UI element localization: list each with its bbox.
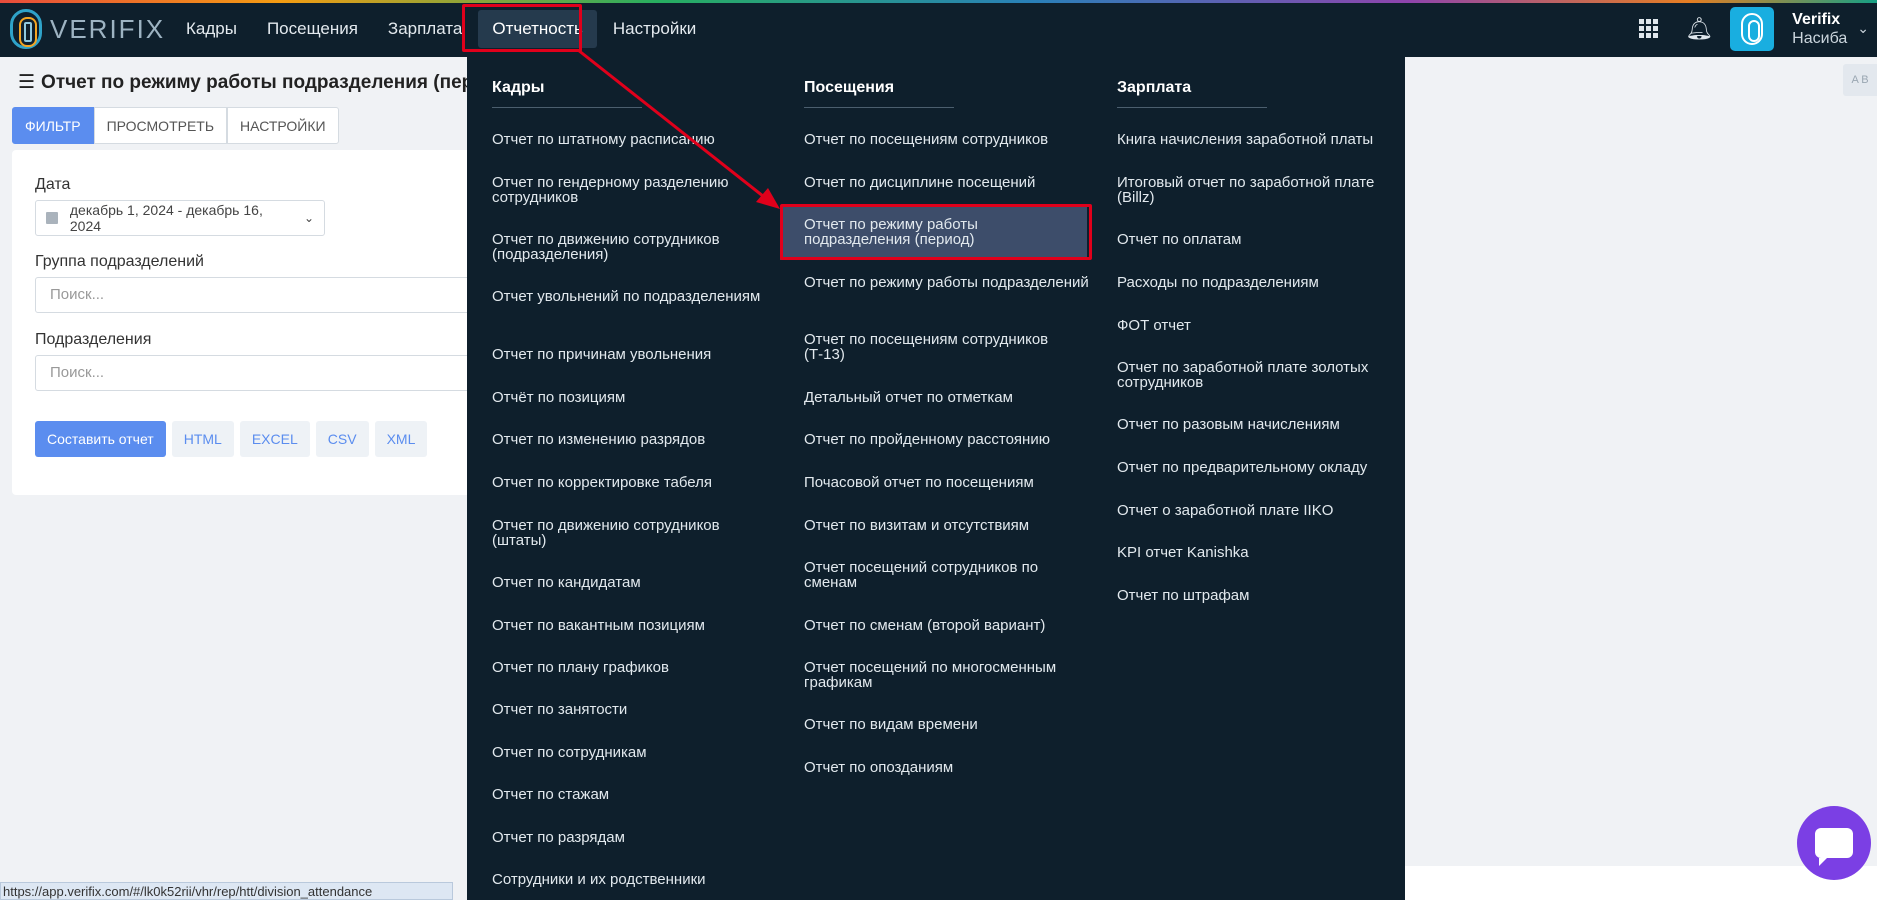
user-subname: Насиба [1792,29,1848,47]
menu-item[interactable]: Отчет по сменам (второй вариант) [804,618,1089,633]
notifications-button[interactable]: 🔔︎ [1674,0,1724,57]
date-label: Дата [35,176,71,193]
fingerprint-icon [1741,12,1764,45]
tab-filter[interactable]: ФИЛЬТР [12,107,94,144]
nav-attendance[interactable]: Посещения [253,10,372,48]
bottom-strip [1405,866,1877,900]
user-name: Verifix [1792,10,1841,28]
avatar[interactable] [1730,6,1775,51]
menu-item[interactable]: Отчет по изменению разрядов [492,432,777,447]
menu-item[interactable]: Отчет по оплатам [1117,232,1402,247]
menu-item[interactable]: Отчет по разрядам [492,830,777,845]
menu-item[interactable]: Отчет посещений по многосменным графикам [804,660,1089,690]
chat-bubble-icon [1815,828,1853,866]
menu-item[interactable]: Отчет по штатному расписанию [492,132,777,147]
chevron-down-icon: ⌄ [303,211,314,225]
bell-icon: 🔔︎ [1685,15,1714,41]
division-label: Подразделения [35,331,152,348]
xml-button[interactable]: XML [374,421,428,457]
menu-item[interactable]: Отчет по разовым начислениям [1117,417,1402,432]
chat-button[interactable] [1797,806,1871,880]
filter-card: Дата декабрь 1, 2024 - декабрь 16, 2024 … [12,150,495,495]
nav-staff[interactable]: Кадры [172,10,251,48]
nav-settings[interactable]: Настройки [599,10,710,48]
column-heading-attendance: Посещения [804,79,954,108]
apps-grid-button[interactable] [1624,0,1674,57]
menu-item[interactable]: Отчет по режиму работы подразделений [804,275,1089,290]
menu-item[interactable]: Отчет по предварительному окладу [1117,460,1402,475]
menu-item[interactable]: Отчет по гендерному разделению сотрудник… [492,175,777,205]
csv-button[interactable]: CSV [315,421,369,457]
menu-item[interactable]: Отчет по причинам увольнения [492,347,777,362]
menu-item[interactable]: Итоговый отчет по заработной плате (Bill… [1117,175,1402,205]
menu-item[interactable]: Отчет по вакантным позициям [492,618,777,633]
date-range-picker[interactable]: декабрь 1, 2024 - декабрь 16, 2024 ⌄ [35,200,325,236]
menu-item[interactable]: Отчет посещений сотрудников по сменам [804,560,1089,590]
menu-item[interactable]: Отчет по дисциплине посещений [804,175,1089,190]
menu-item[interactable]: Отчет по посещениям сотрудников [804,132,1089,147]
column-heading-salary: Зарплата [1117,79,1267,108]
column-heading-staff: Кадры [492,79,642,108]
menu-item[interactable]: Книга начисления заработной платы [1117,132,1402,147]
top-navbar: VERIFIX Кадры Посещения Зарплата Отчетно… [0,0,1877,57]
main-nav: Кадры Посещения Зарплата Отчетность Наст… [172,0,712,57]
menu-item[interactable]: Детальный отчет по отметкам [804,390,1089,405]
top-right-controls: 🔔︎ Verifix Насиба ⌄ [1624,0,1877,57]
menu-item[interactable]: ФОТ отчет [1117,318,1402,333]
menu-item[interactable]: Отчет по корректировке табеля [492,475,777,490]
highlight-box-menu-item [780,204,1092,260]
menu-item[interactable]: Отчет по посещениям сотрудников (Т-13) [804,332,1089,362]
action-buttons: Составить отчет HTML EXCEL CSV XML [35,421,428,457]
page-tabs: ФИЛЬТР ПРОСМОТРЕТЬ НАСТРОЙКИ [12,107,339,144]
menu-item[interactable]: Отчет по плану графиков [492,660,777,675]
menu-item[interactable]: Отчет по стажам [492,787,777,802]
menu-icon[interactable]: ☰ [18,71,35,94]
menu-item[interactable]: Сотрудники и их родственники [492,872,777,887]
page-title: ☰ Отчет по режиму работы подразделения (п… [18,71,497,94]
accent-stripe [0,0,1877,3]
menu-item[interactable]: Отчет по движению сотрудников (штаты) [492,518,777,548]
build-report-button[interactable]: Составить отчет [35,421,166,457]
highlight-box-nav [462,4,582,52]
menu-item[interactable]: Отчет по занятости [492,702,777,717]
fingerprint-logo-icon [10,9,42,49]
tab-view[interactable]: ПРОСМОТРЕТЬ [93,107,228,144]
menu-item[interactable]: Отчет по кандидатам [492,575,777,590]
menu-item[interactable]: Отчёт по позициям [492,390,777,405]
menu-item[interactable]: Отчет по пройденному расстоянию [804,432,1089,447]
division-search-input[interactable]: Поиск... [35,355,495,391]
group-search-input[interactable]: Поиск... [35,277,495,313]
menu-item[interactable]: Отчет о заработной плате IIKO [1117,503,1402,518]
group-label: Группа подразделений [35,253,204,270]
calendar-icon [46,212,58,224]
nav-salary[interactable]: Зарплата [374,10,476,48]
side-toggle-tag[interactable]: A B [1843,64,1877,96]
menu-item[interactable]: KPI отчет Kanishka [1117,545,1402,560]
chevron-down-icon[interactable]: ⌄ [1857,20,1869,37]
user-info[interactable]: Verifix Насиба [1792,10,1847,48]
menu-item[interactable]: Отчет по видам времени [804,717,1089,732]
excel-button[interactable]: EXCEL [239,421,310,457]
html-button[interactable]: HTML [171,421,234,457]
status-url-bar: https://app.verifix.com/#/lk0k52rii/vhr/… [0,882,453,900]
menu-item[interactable]: Почасовой отчет по посещениям [804,475,1089,490]
menu-item[interactable]: Отчет по сотрудникам [492,745,777,760]
date-range-value: декабрь 1, 2024 - декабрь 16, 2024 [69,202,263,234]
menu-item[interactable]: Отчет по опозданиям [804,760,1089,775]
menu-item[interactable]: Отчет по штрафам [1117,588,1402,603]
menu-item[interactable]: Отчет по визитам и отсутствиям [804,518,1089,533]
apps-grid-icon [1639,18,1659,39]
menu-item[interactable]: Отчет по движению сотрудников (подраздел… [492,232,777,262]
menu-item[interactable]: Расходы по подразделениям [1117,275,1402,290]
menu-item[interactable]: Отчет увольнений по подразделениям [492,289,777,304]
logo[interactable]: VERIFIX [10,9,165,49]
logo-text: VERIFIX [50,13,166,44]
reports-dropdown-menu: Кадры Посещения Зарплата Отчет по штатно… [467,57,1405,900]
tab-settings[interactable]: НАСТРОЙКИ [227,107,339,144]
page-title-text: Отчет по режиму работы подразделения (пе… [41,72,497,93]
menu-item[interactable]: Отчет по заработной плате золотых сотруд… [1117,360,1402,390]
